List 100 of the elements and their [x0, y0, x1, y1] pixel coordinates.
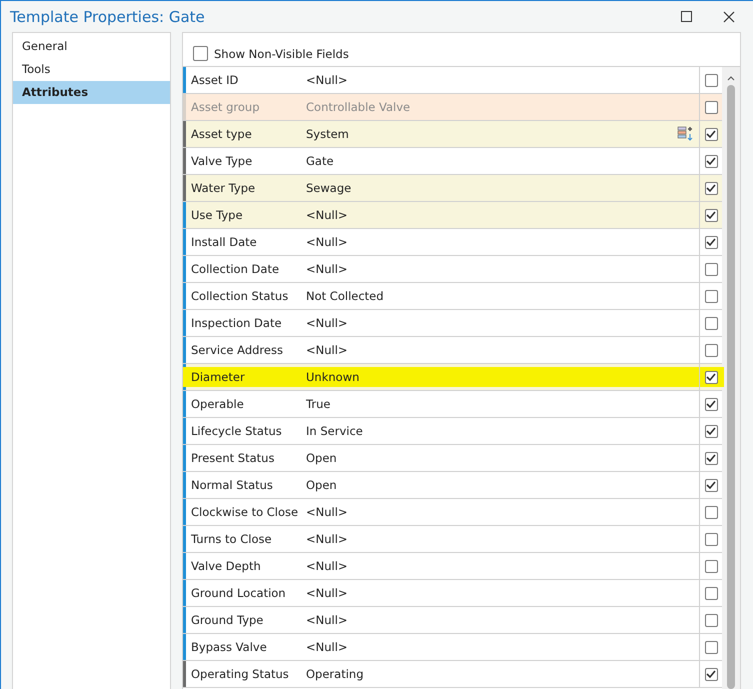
field-value: Unknown [306, 370, 360, 384]
field-name: Operable [190, 397, 245, 411]
checkbox[interactable] [704, 182, 718, 194]
field-name: Turns to Close [190, 532, 273, 546]
scrollbar-thumb[interactable] [727, 85, 735, 689]
checkbox[interactable] [704, 532, 718, 546]
field-value: Open [306, 451, 338, 465]
field-name: Asset type [190, 127, 253, 141]
field-value: <Null> [306, 235, 349, 249]
field-name: Bypass Valve [190, 640, 268, 654]
field-value: <Null> [306, 586, 349, 600]
checkbox[interactable] [704, 668, 718, 680]
field-value: <Null> [306, 208, 349, 222]
attribute-row[interactable]: Asset type System [183, 121, 722, 148]
checkbox[interactable] [704, 560, 718, 572]
field-name: Present Status [190, 451, 276, 465]
window-title: Template Properties: Gate [10, 8, 205, 26]
field-name: Asset group [190, 100, 260, 114]
field-name: Clockwise to Close [190, 505, 300, 519]
checkbox[interactable] [704, 100, 718, 114]
attribute-row[interactable]: Service Address <Null> [183, 337, 722, 364]
attribute-row[interactable]: Inspection Date <Null> [183, 310, 722, 337]
attribute-row[interactable]: Operable True [183, 391, 722, 418]
field-name: Collection Status [190, 289, 290, 303]
field-value: <Null> [306, 613, 349, 627]
field-value: Sewage [306, 181, 352, 195]
checkbox[interactable] [704, 344, 718, 356]
attribute-row[interactable]: Valve Depth <Null> [183, 553, 722, 580]
field-value: System [306, 127, 350, 141]
field-value: <Null> [306, 505, 349, 519]
attribute-row[interactable]: Collection Date <Null> [183, 256, 722, 283]
checkbox[interactable] [704, 236, 718, 248]
field-value: In Service [306, 424, 364, 438]
field-name: Install Date [190, 235, 258, 249]
checkbox[interactable] [704, 74, 718, 86]
field-value: Gate [306, 154, 335, 168]
checkbox[interactable] [704, 398, 718, 410]
attribute-row[interactable]: Turns to Close <Null> [183, 526, 722, 553]
field-value: <Null> [306, 559, 349, 573]
attribute-row[interactable]: Collection Status Not Collected [183, 283, 722, 310]
field-value: <Null> [306, 532, 349, 546]
attribute-row[interactable]: Clockwise to Close <Null> [183, 499, 722, 526]
checkbox[interactable] [704, 478, 718, 492]
field-name: Water Type [190, 181, 256, 195]
list-add-icon[interactable] [677, 126, 693, 142]
sidebar-item[interactable]: Tools [13, 58, 170, 81]
maximize-icon[interactable] [681, 10, 693, 22]
checkbox[interactable] [704, 128, 718, 140]
attribute-row[interactable]: Operating Status Operating [183, 661, 722, 688]
scrollbar[interactable] [722, 67, 740, 689]
sidebar-item[interactable]: General [13, 35, 170, 58]
checkbox[interactable] [704, 586, 718, 600]
field-name: Operating Status [190, 667, 290, 681]
field-name: Service Address [190, 343, 284, 357]
attribute-row[interactable]: Normal Status Open [183, 472, 722, 499]
attribute-row[interactable]: Bypass Valve <Null> [183, 634, 722, 661]
attribute-row[interactable]: Install Date <Null> [183, 229, 722, 256]
checkbox[interactable] [704, 262, 718, 276]
attribute-row[interactable]: Diameter Unknown [183, 364, 722, 391]
field-value: Operating [306, 667, 364, 681]
field-name: Ground Location [190, 586, 287, 600]
checkbox[interactable] [193, 46, 208, 61]
attribute-row[interactable]: Valve Type Gate [183, 148, 722, 175]
field-name: Valve Type [190, 154, 254, 168]
field-value: <Null> [306, 640, 349, 654]
field-value: Open [306, 478, 338, 492]
attribute-row[interactable]: Water Type Sewage [183, 175, 722, 202]
field-value: Controllable Valve [306, 100, 412, 114]
field-name: Valve Depth [190, 559, 262, 573]
field-name: Inspection Date [190, 316, 283, 330]
checkbox[interactable] [704, 290, 718, 302]
checkbox[interactable] [704, 316, 718, 330]
field-value: True [306, 397, 332, 411]
close-icon[interactable] [723, 10, 735, 22]
field-name: Use Type [190, 208, 244, 222]
field-value: <Null> [306, 73, 349, 87]
attribute-row[interactable]: Lifecycle Status In Service [183, 418, 722, 445]
checkbox[interactable] [704, 452, 718, 464]
attribute-row[interactable]: Ground Location <Null> [183, 580, 722, 607]
attribute-row[interactable]: Present Status Open [183, 445, 722, 472]
field-name: Diameter [190, 370, 246, 384]
field-value: <Null> [306, 343, 349, 357]
checkbox[interactable] [704, 424, 718, 438]
field-name: Asset ID [190, 73, 240, 87]
field-name: Lifecycle Status [190, 424, 283, 438]
attribute-row[interactable]: Ground Type <Null> [183, 607, 722, 634]
field-name: Collection Date [190, 262, 280, 276]
checkbox[interactable] [704, 208, 718, 222]
field-value: <Null> [306, 316, 349, 330]
attribute-row[interactable]: Use Type <Null> [183, 202, 722, 229]
checkbox-label: Show Non-Visible Fields [214, 46, 349, 60]
checkbox[interactable] [704, 640, 718, 654]
attribute-row[interactable]: Asset ID <Null> [183, 67, 722, 94]
checkbox[interactable] [704, 506, 718, 518]
field-value: Not Collected [306, 289, 385, 303]
scroll-up-icon[interactable] [727, 75, 735, 81]
sidebar-item[interactable]: Attributes [13, 81, 170, 104]
checkbox[interactable] [704, 614, 718, 626]
field-name: Ground Type [190, 613, 264, 627]
checkbox[interactable] [704, 154, 718, 168]
